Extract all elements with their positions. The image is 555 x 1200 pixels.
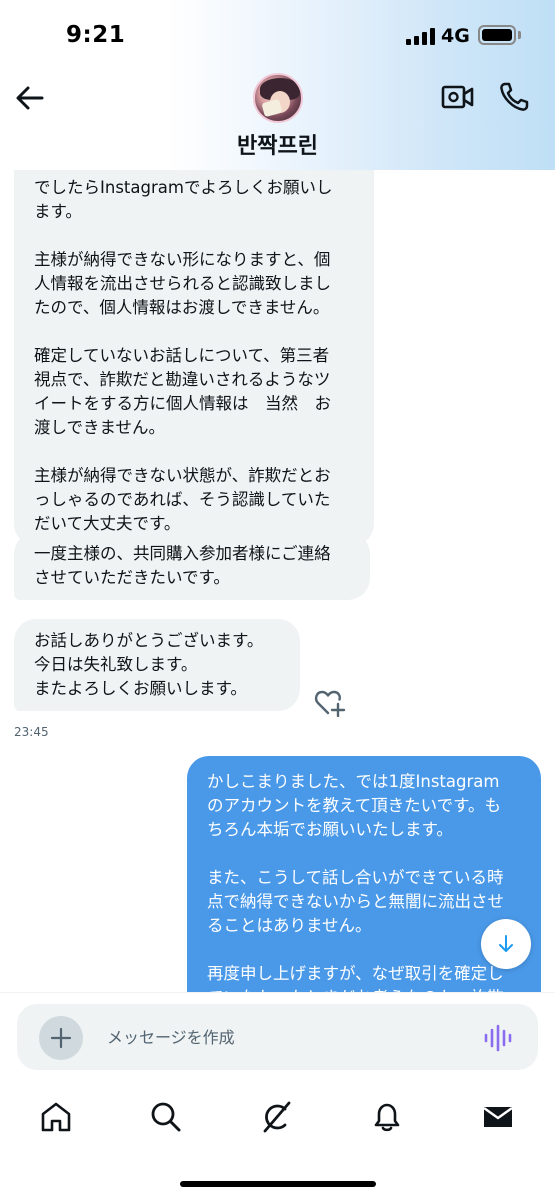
voice-message-icon[interactable]	[483, 1024, 513, 1052]
messages-icon[interactable]	[480, 1099, 516, 1135]
network-type: 4G	[441, 25, 470, 47]
message-input[interactable]	[107, 1023, 467, 1051]
video-call-icon[interactable]	[441, 82, 475, 112]
message-bubble-incoming: でしたらInstagramでよろしくお願いし ます。 主様が納得できない形になり…	[14, 170, 374, 546]
message-timestamp: 23:45	[14, 725, 49, 739]
add-attachment-button[interactable]	[39, 1016, 83, 1060]
back-arrow-icon[interactable]	[12, 80, 48, 116]
message-bubble-incoming: お話しありがとうございます。 今日は失礼致します。 またよろしくお願いします。	[14, 619, 300, 711]
battery-tip	[518, 31, 521, 39]
notifications-icon[interactable]	[369, 1099, 405, 1135]
status-time: 9:21	[66, 22, 126, 48]
message-list[interactable]: でしたらInstagramでよろしくお願いし ます。 主様が納得できない形になり…	[0, 170, 555, 992]
signal-strength-icon	[406, 28, 436, 45]
status-bar: 9:21 4G	[0, 0, 555, 72]
home-icon[interactable]	[38, 1099, 74, 1135]
message-bubble-incoming: 一度主様の、共同購入参加者様にご連絡 させていただきたいです。	[14, 532, 370, 600]
divider	[0, 992, 555, 993]
chat-title[interactable]: 반짝프린	[0, 128, 555, 160]
add-reaction-icon[interactable]	[314, 687, 346, 718]
home-indicator	[180, 1181, 376, 1187]
battery-icon	[478, 25, 516, 45]
avatar[interactable]	[253, 73, 303, 123]
message-composer	[17, 1004, 538, 1070]
grok-icon[interactable]	[259, 1099, 295, 1135]
bottom-tab-bar	[0, 1085, 555, 1145]
search-icon[interactable]	[148, 1099, 184, 1135]
phone-icon[interactable]	[497, 80, 531, 114]
scroll-to-bottom-button[interactable]	[481, 919, 531, 969]
